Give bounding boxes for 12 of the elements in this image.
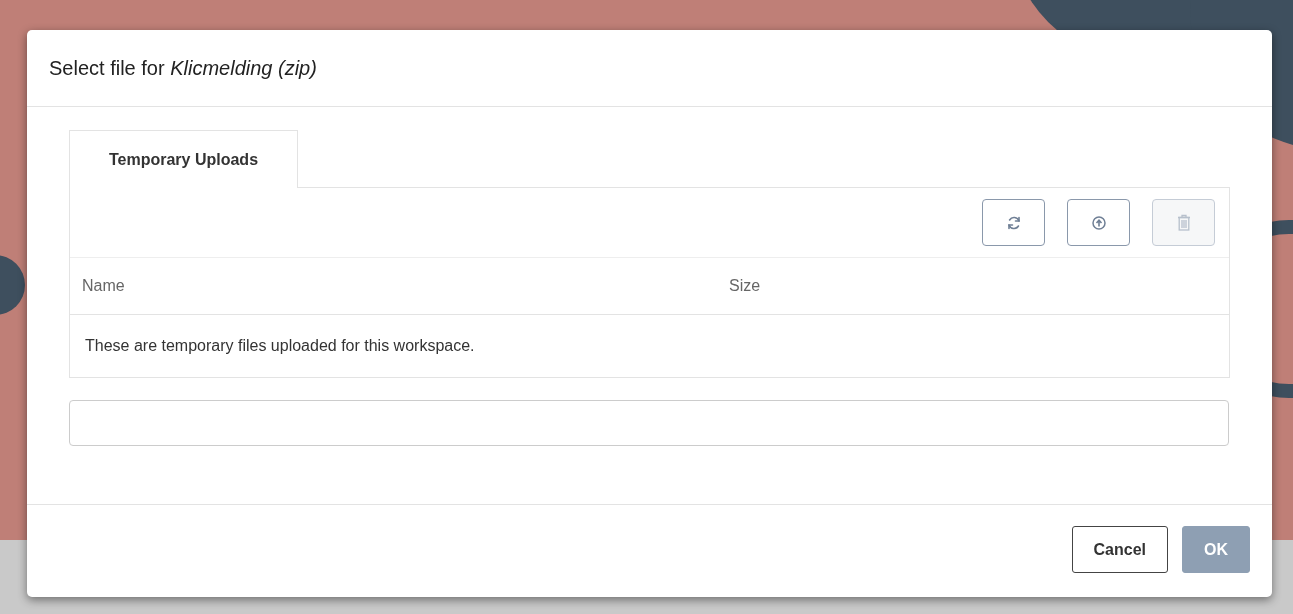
column-header: Name	[81, 277, 126, 295]
refresh-icon	[1005, 214, 1022, 231]
cancel-button[interactable]: Cancel	[1071, 526, 1168, 573]
empty-message: These are temporary files uploaded for this workspace.	[84, 336, 476, 356]
file-field[interactable]	[69, 400, 1229, 446]
upload-icon	[1091, 215, 1106, 230]
dialog-title: Select file for Klicmelding (zip)	[49, 56, 317, 80]
column-header: Size	[728, 277, 761, 295]
upload-button[interactable]	[1067, 199, 1130, 246]
tab[interactable]: Temporary Uploads	[69, 130, 298, 188]
trash-icon	[1176, 214, 1191, 231]
refresh-button[interactable]	[982, 199, 1045, 246]
